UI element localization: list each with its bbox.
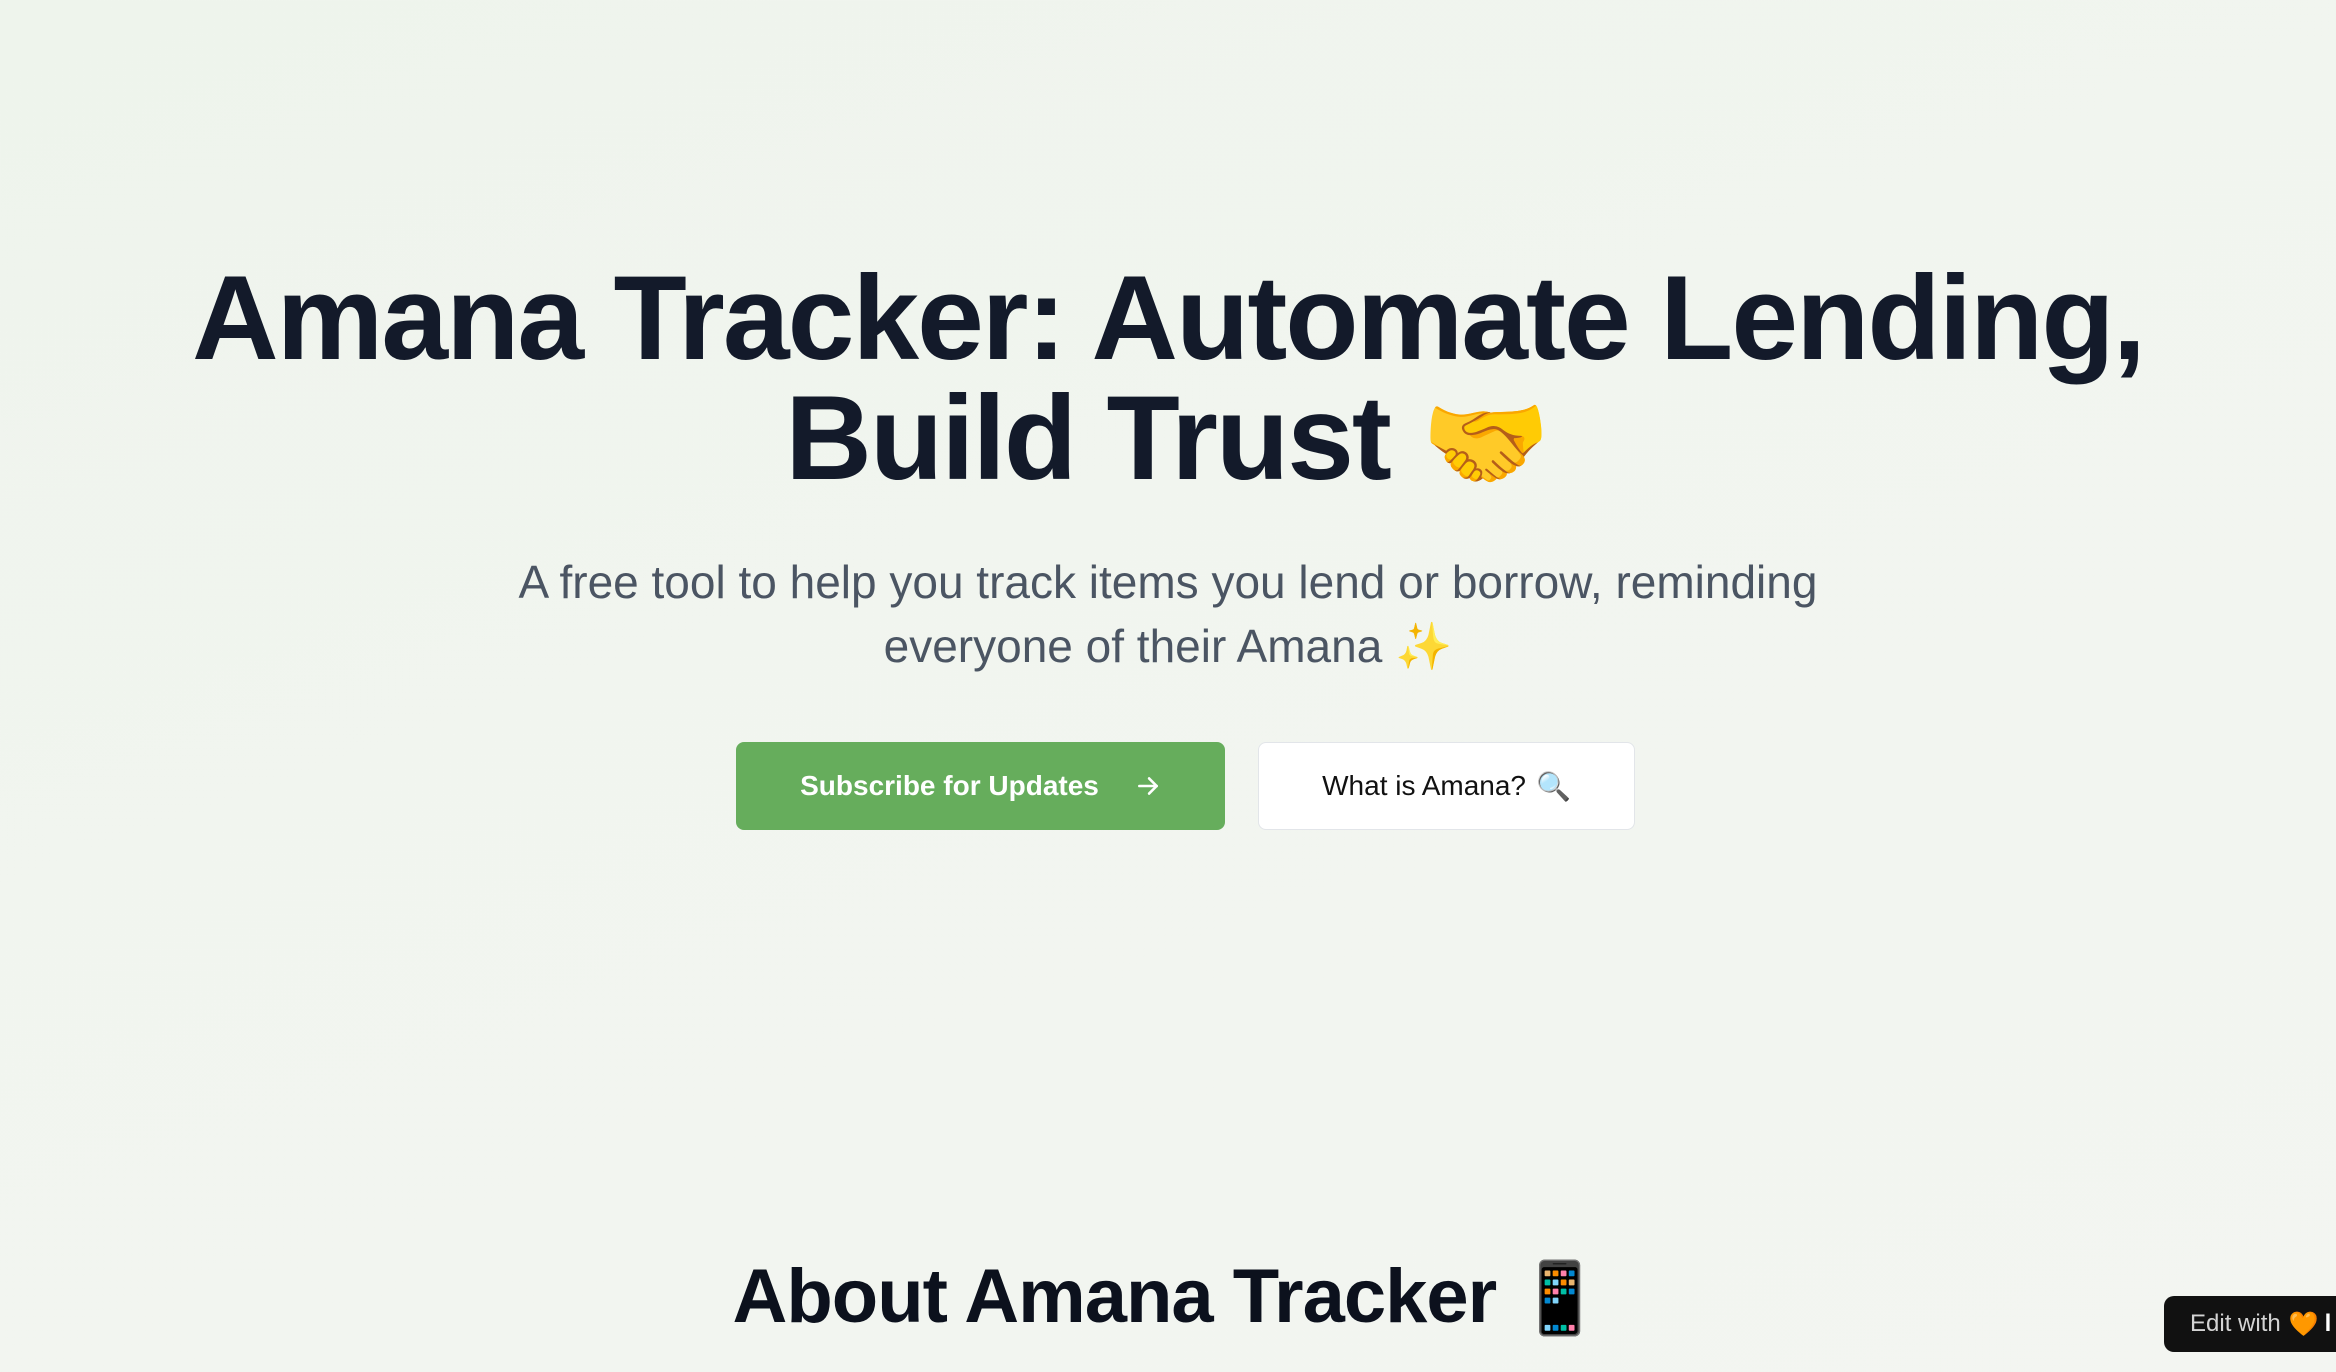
what-is-amana-label: What is Amana? [1322,770,1526,801]
subscribe-button[interactable]: Subscribe for Updates [736,742,1225,830]
hero-subtitle: A free tool to help you track items you … [468,550,1868,678]
handshake-icon: 🤝 [1421,386,1551,502]
about-section-title: About Amana Tracker 📱 [0,1252,2336,1343]
hero-subtitle-text: A free tool to help you track items you … [518,556,1818,672]
edit-with-badge[interactable]: Edit with 🧡 l [2164,1296,2336,1352]
heart-icon: 🧡 [2288,1310,2319,1338]
hero-title-text: Amana Tracker: Automate Lending, Build T… [192,251,2146,505]
subscribe-button-label: Subscribe for Updates [800,770,1099,801]
cta-row: Subscribe for Updates What is Amana? 🔍 [0,742,2336,830]
what-is-amana-button[interactable]: What is Amana? 🔍 [1258,742,1635,830]
arrow-right-icon [1137,777,1158,795]
hero-title: Amana Tracker: Automate Lending, Build T… [60,258,2276,504]
magnifier-icon: 🔍 [1536,770,1571,802]
edit-with-label: Edit with [2190,1310,2281,1337]
about-title-text: About Amana Tracker [732,1254,1497,1339]
edit-badge-brand: l [2324,1310,2332,1337]
mobile-phone-icon: 📱 [1516,1259,1604,1337]
sparkles-icon: ✨ [1395,620,1453,672]
